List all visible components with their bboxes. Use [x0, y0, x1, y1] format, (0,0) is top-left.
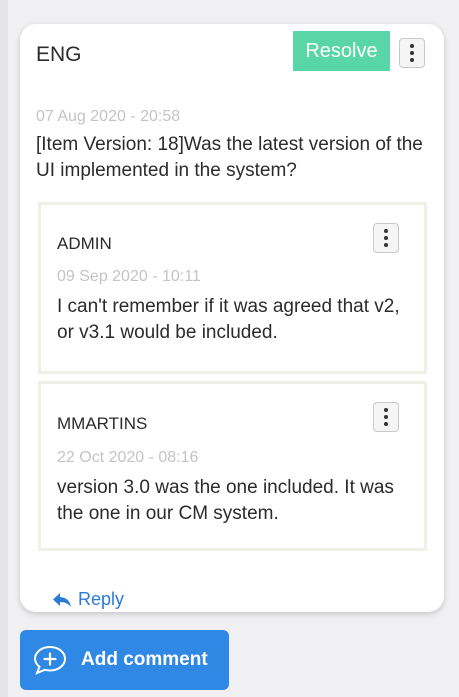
- reply-author: ADMIN: [57, 234, 112, 253]
- reply-item: ADMIN 09 Sep 2020 - 10:11 I can't rememb…: [38, 202, 427, 374]
- left-panel-edge: [0, 0, 8, 697]
- comment-card: ENG Resolve 07 Aug 2020 - 20:58 [Item Ve…: [20, 24, 444, 612]
- reply-more-icon[interactable]: [373, 223, 399, 253]
- reply-item: MMARTINS 22 Oct 2020 - 08:16 version 3.0…: [38, 381, 427, 551]
- reply-author: MMARTINS: [57, 414, 148, 433]
- comment-more-icon[interactable]: [399, 38, 425, 68]
- add-comment-button[interactable]: Add comment: [20, 630, 229, 690]
- reply-link[interactable]: Reply: [52, 589, 124, 610]
- reply-link-label: Reply: [78, 589, 125, 609]
- reply-text: version 3.0 was the one included. It was…: [57, 477, 394, 524]
- reply-more-icon[interactable]: [373, 402, 399, 432]
- chat-plus-icon: [33, 645, 67, 675]
- comment-timestamp: 07 Aug 2020 - 20:58: [36, 108, 181, 125]
- add-comment-label: Add comment: [81, 649, 208, 670]
- comment-text: [Item Version: 18]Was the latest version…: [36, 134, 423, 181]
- resolve-button[interactable]: Resolve: [293, 31, 390, 71]
- reply-timestamp: 09 Sep 2020 - 10:11: [57, 268, 201, 285]
- reply-text: I can't remember if it was agreed that v…: [57, 296, 400, 343]
- reply-arrow-icon: [53, 592, 71, 607]
- reply-timestamp: 22 Oct 2020 - 08:16: [57, 449, 199, 466]
- comment-author: ENG: [36, 43, 82, 66]
